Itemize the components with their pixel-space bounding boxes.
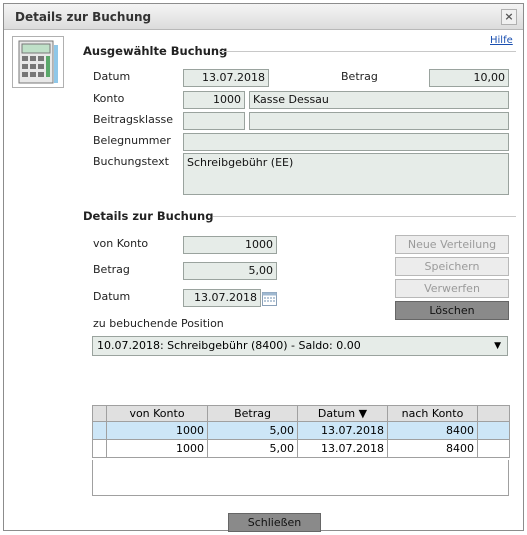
detail-amount-label: Betrag xyxy=(93,263,130,276)
calculator-icon xyxy=(12,36,64,88)
cell-to-account: 8400 xyxy=(387,421,478,440)
cell-from-account: 1000 xyxy=(106,439,208,458)
row-selector-header xyxy=(92,405,107,422)
booking-text-field: Schreibgebühr (EE) xyxy=(183,153,509,195)
from-account-label: von Konto xyxy=(93,237,149,250)
date-field: 13.07.2018 xyxy=(183,69,269,87)
cell-date: 13.07.2018 xyxy=(297,421,388,440)
position-selected-value: 10.07.2018: Schreibgebühr (8400) - Saldo… xyxy=(97,339,361,352)
cell-amount: 5,00 xyxy=(207,439,298,458)
contribution-class-label: Beitragsklasse xyxy=(93,113,174,126)
table-empty-area xyxy=(92,460,509,496)
close-icon[interactable]: × xyxy=(501,9,517,25)
account-name-field: Kasse Dessau xyxy=(249,91,509,109)
account-number-field: 1000 xyxy=(183,91,245,109)
row-selector[interactable] xyxy=(92,421,107,440)
table-row[interactable]: 1000 5,00 13.07.2018 8400 xyxy=(92,421,510,440)
column-header-amount[interactable]: Betrag xyxy=(207,405,298,422)
column-header-to-account[interactable]: nach Konto xyxy=(387,405,478,422)
new-distribution-button[interactable]: Neue Verteilung xyxy=(395,235,509,254)
from-account-input[interactable]: 1000 xyxy=(183,236,277,254)
cell-filler xyxy=(477,421,510,440)
cell-amount: 5,00 xyxy=(207,421,298,440)
cell-filler xyxy=(477,439,510,458)
selected-booking-title: Ausgewählte Buchung xyxy=(83,44,228,58)
booking-details-dialog: Details zur Buchung × Hilfe Ausgewählte … xyxy=(3,3,524,532)
close-button[interactable]: Schließen xyxy=(228,513,321,532)
detail-amount-input[interactable]: 5,00 xyxy=(183,262,277,280)
receipt-label: Belegnummer xyxy=(93,134,171,147)
booking-text-label: Buchungstext xyxy=(93,155,169,168)
section-divider xyxy=(220,51,516,52)
contribution-class-code-field xyxy=(183,112,245,130)
filler-header xyxy=(477,405,510,422)
column-header-date[interactable]: Datum ▼ xyxy=(297,405,388,422)
date-label: Datum xyxy=(93,70,131,83)
table-header-row: von Konto Betrag Datum ▼ nach Konto xyxy=(92,405,510,422)
calendar-icon[interactable] xyxy=(262,291,277,306)
column-header-from-account[interactable]: von Konto xyxy=(106,405,208,422)
delete-button[interactable]: Löschen xyxy=(395,301,509,320)
booking-details-title: Details zur Buchung xyxy=(83,209,214,223)
section-divider xyxy=(213,216,516,217)
discard-button[interactable]: Verwerfen xyxy=(395,279,509,298)
cell-to-account: 8400 xyxy=(387,439,478,458)
contribution-class-name-field xyxy=(249,112,509,130)
distribution-table: von Konto Betrag Datum ▼ nach Konto 1000… xyxy=(92,405,510,458)
amount-label: Betrag xyxy=(341,70,378,83)
cell-from-account: 1000 xyxy=(106,421,208,440)
window-title: Details zur Buchung xyxy=(15,10,152,24)
table-row[interactable]: 1000 5,00 13.07.2018 8400 xyxy=(92,439,510,458)
position-select[interactable]: 10.07.2018: Schreibgebühr (8400) - Saldo… xyxy=(92,336,508,356)
detail-date-input[interactable]: 13.07.2018 xyxy=(183,289,261,307)
amount-field: 10,00 xyxy=(429,69,509,87)
receipt-field xyxy=(183,133,509,151)
account-label: Konto xyxy=(93,92,125,105)
save-button[interactable]: Speichern xyxy=(395,257,509,276)
detail-date-label: Datum xyxy=(93,290,131,303)
help-link[interactable]: Hilfe xyxy=(490,35,513,46)
position-label: zu bebuchende Position xyxy=(93,317,224,330)
dropdown-arrow-icon: ▼ xyxy=(494,341,501,351)
row-selector[interactable] xyxy=(92,439,107,458)
title-bar[interactable]: Details zur Buchung × xyxy=(4,4,523,30)
cell-date: 13.07.2018 xyxy=(297,439,388,458)
